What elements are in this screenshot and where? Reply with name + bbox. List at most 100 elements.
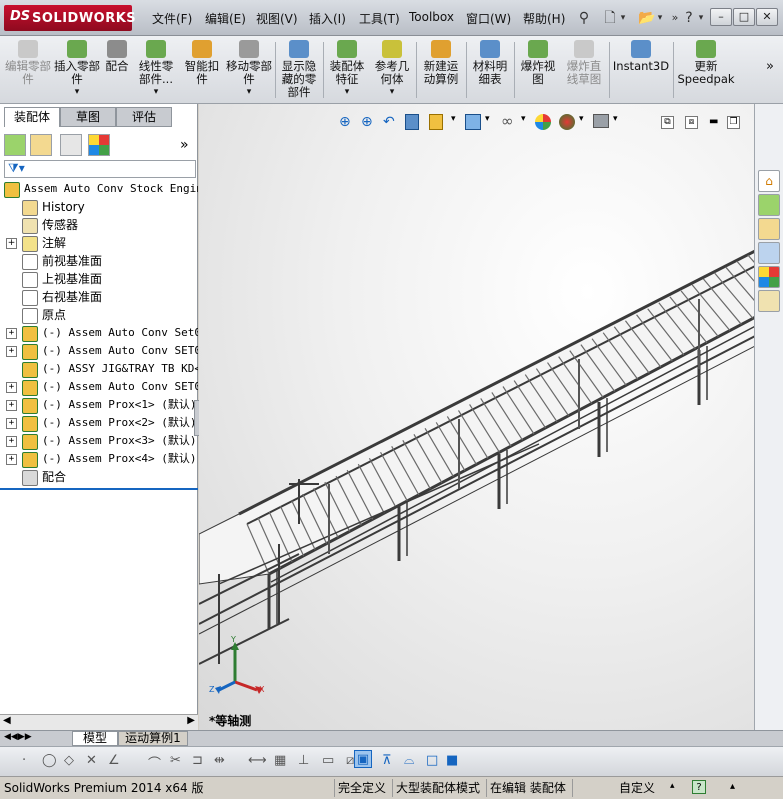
offset-icon[interactable]: ⊐ bbox=[192, 753, 203, 768]
expand-toggle-icon[interactable]: + bbox=[6, 382, 17, 393]
show-hidden-components-button[interactable]: 显示隐藏的零部件 bbox=[278, 40, 320, 102]
expand-toggle-icon[interactable]: + bbox=[6, 346, 17, 357]
maximize-button[interactable]: □ bbox=[733, 8, 755, 26]
feature-manager-tree-icon[interactable] bbox=[4, 134, 26, 156]
menu-edit[interactable]: 编辑(E) bbox=[205, 10, 246, 27]
configuration-manager-icon[interactable] bbox=[60, 134, 82, 156]
axis-icon[interactable]: ⊼ bbox=[382, 753, 392, 768]
insert-component-button[interactable]: 插入零部件 ▾ bbox=[54, 40, 100, 102]
mate-button[interactable]: 配合 bbox=[102, 40, 132, 102]
solid-view-icon[interactable]: ▣ bbox=[354, 750, 372, 768]
tree-item[interactable]: 前视基准面 bbox=[0, 252, 198, 270]
help-status-icon[interactable]: ? bbox=[692, 780, 706, 794]
angle-icon[interactable]: ∠ bbox=[108, 753, 120, 768]
graphics-viewport[interactable]: ⊕ ⊕ ↶ ▾ ▾ ∞ ▾ ▾ ▾ ⧉ ⧈ ▬ ❐ Y X Z *等轴测 bbox=[199, 104, 754, 730]
circle-icon[interactable]: ◯ bbox=[42, 753, 57, 768]
explode-line-sketch-button[interactable]: 爆炸直线草图 bbox=[562, 40, 606, 102]
relation-icon[interactable]: ⊥ bbox=[298, 753, 309, 768]
menu-file[interactable]: 文件(F) bbox=[152, 10, 192, 27]
tree-item[interactable]: + (-) Assem Auto Conv SET02< bbox=[0, 342, 198, 360]
tree-item[interactable]: + (-) Assem Auto Conv Set01< bbox=[0, 324, 198, 342]
expand-toggle-icon[interactable]: + bbox=[6, 328, 17, 339]
rectangle-icon[interactable]: ▭ bbox=[322, 753, 334, 768]
units-selector[interactable]: 自定义 bbox=[572, 779, 684, 797]
mirror-icon[interactable]: ⇹ bbox=[214, 753, 225, 768]
solidworks-logo[interactable]: DS SOLIDWORKS bbox=[4, 5, 136, 31]
assembly-features-button[interactable]: 装配体特征 ▾ bbox=[326, 40, 368, 102]
box-icon[interactable]: □ bbox=[426, 753, 438, 768]
minimize-button[interactable]: – bbox=[710, 8, 732, 26]
trim-icon[interactable]: ✂ bbox=[170, 753, 181, 768]
scroll-right-icon[interactable]: ▶ bbox=[187, 715, 195, 726]
tree-item[interactable]: + 注解 bbox=[0, 234, 198, 252]
tab-sketch[interactable]: 草图 bbox=[60, 107, 116, 127]
open-folder-icon[interactable]: 📂 bbox=[638, 9, 656, 27]
linear-pattern-button[interactable]: 线性零部件... ▾ bbox=[134, 40, 178, 102]
dimension-icon[interactable]: ⟷ bbox=[248, 753, 267, 768]
update-speedpak-button[interactable]: 更新Speedpak bbox=[676, 40, 736, 102]
tree-item[interactable]: 上视基准面 bbox=[0, 270, 198, 288]
expand-toggle-icon[interactable]: + bbox=[6, 400, 17, 411]
polygon-icon[interactable]: ◇ bbox=[64, 753, 74, 768]
move-component-button[interactable]: 移动零部件 ▾ bbox=[226, 40, 272, 102]
more-arrow-icon[interactable]: » bbox=[670, 9, 680, 27]
bill-of-materials-button[interactable]: 材料明细表 bbox=[469, 40, 511, 102]
new-document-icon[interactable]: 🗋 bbox=[601, 9, 619, 27]
expand-toggle-icon[interactable]: + bbox=[6, 454, 17, 465]
tree-item[interactable]: + (-) Assem Prox<1> (默认) bbox=[0, 396, 198, 414]
help-icon[interactable]: ? bbox=[680, 9, 698, 27]
tree-item[interactable]: History bbox=[0, 198, 198, 216]
design-library-icon[interactable] bbox=[758, 194, 780, 216]
scroll-left-icon[interactable]: ◀ bbox=[3, 715, 11, 726]
tree-item[interactable]: 传感器 bbox=[0, 216, 198, 234]
camera-icon[interactable]: ⌓ bbox=[404, 753, 414, 768]
view-palette-icon[interactable] bbox=[758, 242, 780, 264]
panel-expand-icon[interactable]: » bbox=[180, 137, 189, 153]
status-expand-icon[interactable]: ▴ bbox=[730, 781, 735, 792]
grid-icon[interactable]: ▦ bbox=[274, 753, 286, 768]
tree-item[interactable]: 原点 bbox=[0, 306, 198, 324]
menu-tools[interactable]: 工具(T) bbox=[359, 10, 400, 27]
panel-horizontal-scrollbar[interactable]: ◀ ▶ bbox=[0, 714, 198, 730]
chevron-down-icon[interactable]: ▾ bbox=[656, 9, 664, 27]
tree-item[interactable]: + (-) Assem Prox<2> (默认) bbox=[0, 414, 198, 432]
chevron-down-icon[interactable]: ▾ bbox=[619, 9, 627, 27]
appearances-icon[interactable] bbox=[758, 266, 780, 288]
tab-model[interactable]: 模型 bbox=[72, 731, 118, 746]
fillet-icon[interactable]: ⌒ bbox=[148, 753, 161, 772]
menu-help[interactable]: 帮助(H) bbox=[523, 10, 565, 27]
display-manager-icon[interactable] bbox=[88, 134, 110, 156]
expand-toggle-icon[interactable]: + bbox=[6, 238, 17, 249]
tree-filter-input[interactable]: ⧩▾ bbox=[4, 160, 196, 178]
chevron-up-icon[interactable]: ▴ bbox=[670, 781, 675, 791]
tab-scroll-icons[interactable]: ◀◀▶▶ bbox=[4, 732, 32, 742]
point-icon[interactable]: · bbox=[22, 753, 26, 768]
expand-toggle-icon[interactable]: + bbox=[6, 418, 17, 429]
tree-root[interactable]: Assem Auto Conv Stock Engine bbox=[0, 180, 198, 198]
custom-properties-icon[interactable] bbox=[758, 290, 780, 312]
menu-view[interactable]: 视图(V) bbox=[256, 10, 298, 27]
tree-item[interactable]: 配合 bbox=[0, 468, 198, 486]
reference-geometry-button[interactable]: 参考几何体 ▾ bbox=[371, 40, 413, 102]
instant3d-button[interactable]: Instant3D bbox=[612, 40, 670, 102]
tree-item[interactable]: + (-) Assem Auto Conv SET03< bbox=[0, 378, 198, 396]
home-icon[interactable]: ⌂ bbox=[758, 170, 780, 192]
property-manager-icon[interactable] bbox=[30, 134, 52, 156]
pin-icon[interactable]: ⚲ bbox=[575, 9, 593, 27]
file-explorer-icon[interactable] bbox=[758, 218, 780, 240]
tab-assembly[interactable]: 装配体 bbox=[4, 107, 60, 127]
cube-icon[interactable]: ■ bbox=[446, 753, 458, 768]
close-button[interactable]: ✕ bbox=[756, 8, 778, 26]
menu-window[interactable]: 窗口(W) bbox=[466, 10, 511, 27]
menu-insert[interactable]: 插入(I) bbox=[309, 10, 346, 27]
exploded-view-button[interactable]: 爆炸视图 bbox=[517, 40, 559, 102]
smart-fastener-button[interactable]: 智能扣件 bbox=[181, 40, 223, 102]
chevron-down-icon[interactable]: ▾ bbox=[697, 9, 705, 27]
tree-item[interactable]: 右视基准面 bbox=[0, 288, 198, 306]
tab-evaluate[interactable]: 评估 bbox=[116, 107, 172, 127]
edit-component-button[interactable]: 编辑零部件 bbox=[4, 40, 52, 102]
tree-item[interactable]: + (-) Assem Prox<4> (默认) bbox=[0, 450, 198, 468]
tree-item[interactable]: + (-) Assem Prox<3> (默认) bbox=[0, 432, 198, 450]
tree-rollback-bar[interactable] bbox=[0, 488, 198, 490]
expand-toggle-icon[interactable]: + bbox=[6, 436, 17, 447]
